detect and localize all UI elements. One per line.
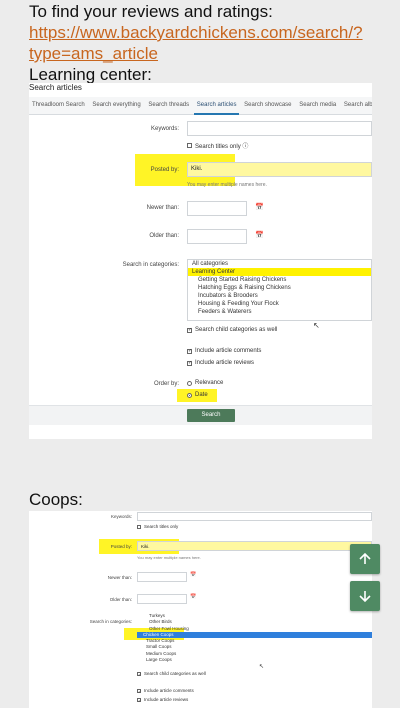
child-categories-label: Search child categories as well [195,327,278,333]
child-categories-checkbox[interactable]: ✓ Search child categories as well [137,671,206,676]
checkbox-box [137,524,141,529]
search-link-line1[interactable]: https://www.backyardchickens.com/search/… [29,22,363,43]
checkbox-checked: ✓ [137,688,142,694]
keywords-label: Keywords: [110,514,132,519]
tab-articles[interactable]: Search articles [193,97,240,115]
calendar-icon[interactable]: 📅 [190,572,196,578]
scroll-down-button[interactable] [350,581,380,611]
include-comments-checkbox[interactable]: ✓ Include article comments [137,688,194,693]
include-reviews-label: Include article reviews [195,360,255,366]
checkbox-checked: ✓ [187,326,193,333]
arrow-up-icon [359,552,371,564]
keywords-label: Keywords: [150,126,179,132]
learning-center-screenshot: Search articles Threadloom Search Search… [29,83,372,439]
category-option[interactable]: Large Coops [137,657,372,663]
categories-listbox[interactable]: Turkeys Other Birds Other Fowl Housing C… [137,613,372,669]
child-categories-checkbox[interactable]: ✓ Search child categories as well [187,327,277,333]
scroll-up-button[interactable] [350,544,380,574]
checkbox-checked: ✓ [187,359,193,366]
include-reviews-label: Include article reviews [144,697,189,702]
keywords-input[interactable] [187,121,372,136]
relevance-label: Relevance [195,380,224,386]
tab-everything[interactable]: Search everything [89,97,143,113]
titles-only-checkbox[interactable]: Search titles only ⓘ [187,141,248,150]
order-by-label: Order by: [153,381,179,387]
newer-than-label: Newer than: [107,575,132,580]
categories-label: Search in categories: [89,619,132,624]
mouse-cursor-icon: ↖ [259,664,265,670]
names-hint: You may enter multiple names here. [187,182,267,188]
older-than-label: Older than: [149,233,179,239]
checkbox-box [187,143,192,148]
older-than-label: Older than: [109,597,132,602]
radio-circle [187,380,192,386]
search-link-line2[interactable]: type=ams_article [29,43,158,64]
coops-screenshot: Keywords: Search titles only Posted by: … [29,511,372,708]
mouse-cursor-icon: ↖ [313,321,320,330]
include-reviews-checkbox[interactable]: ✓ Include article reviews [137,697,188,702]
calendar-icon[interactable]: 📅 [255,203,264,211]
posted-by-input[interactable]: Kiki. [137,541,372,551]
tab-threads[interactable]: Search threads [145,97,192,113]
tab-media[interactable]: Search media [296,97,339,113]
older-than-input[interactable] [187,229,247,244]
titles-only-checkbox[interactable]: Search titles only [137,524,178,529]
include-comments-label: Include article comments [195,348,262,354]
intro-heading: To find your reviews and ratings: [29,2,273,21]
tab-showcase[interactable]: Search showcase [241,97,294,113]
calendar-icon[interactable]: 📅 [255,231,264,239]
order-date-radio[interactable]: Date [187,392,208,398]
category-option[interactable]: All categories [188,260,371,268]
coops-heading: Coops: [29,490,83,509]
newer-than-label: Newer than: [146,205,179,211]
category-option[interactable]: Incubators & Brooders [188,292,371,300]
category-option[interactable]: Housing & Feeding Your Flock [188,300,371,308]
include-reviews-checkbox[interactable]: ✓ Include article reviews [187,360,254,366]
categories-listbox[interactable]: All categories Learning Center Getting S… [187,259,372,321]
keywords-input[interactable] [137,512,372,521]
names-hint: You may enter multiple names here. [137,555,201,560]
learning-center-heading: Learning center: [29,65,152,84]
checkbox-checked: ✓ [137,697,142,703]
include-comments-checkbox[interactable]: ✓ Include article comments [187,348,261,354]
categories-label: Search in categories: [122,262,179,268]
posted-by-label: Posted by: [150,167,179,173]
calendar-icon[interactable]: 📅 [190,594,196,600]
newer-than-input[interactable] [137,572,187,582]
older-than-input[interactable] [137,594,187,604]
newer-than-input[interactable] [187,201,247,216]
tab-threadloom[interactable]: Threadloom Search [29,97,88,113]
titles-only-label: Search titles only ⓘ [195,144,249,150]
radio-circle-selected [187,392,192,398]
order-relevance-radio[interactable]: Relevance [187,380,223,386]
posted-by-label: Posted by: [110,544,132,549]
include-comments-label: Include article comments [144,688,194,693]
tab-albums[interactable]: Search album [341,97,372,113]
search-articles-title: Search articles [29,83,82,92]
child-categories-label: Search child categories as well [144,671,206,676]
category-option[interactable]: Feeders & Waterers [188,308,371,316]
category-option[interactable]: Hatching Eggs & Raising Chickens [188,284,371,292]
arrow-down-icon [359,591,371,603]
category-option[interactable]: Learning Center [188,268,371,276]
titles-only-label: Search titles only [144,524,179,529]
search-button[interactable]: Search [187,409,235,422]
posted-by-input[interactable]: Kiki. [187,162,372,177]
checkbox-checked: ✓ [137,671,142,677]
checkbox-checked: ✓ [187,347,193,354]
category-option[interactable]: Getting Started Raising Chickens [188,276,371,284]
date-label: Date [195,392,208,398]
search-tabs: Threadloom Search Search everything Sear… [29,97,372,115]
